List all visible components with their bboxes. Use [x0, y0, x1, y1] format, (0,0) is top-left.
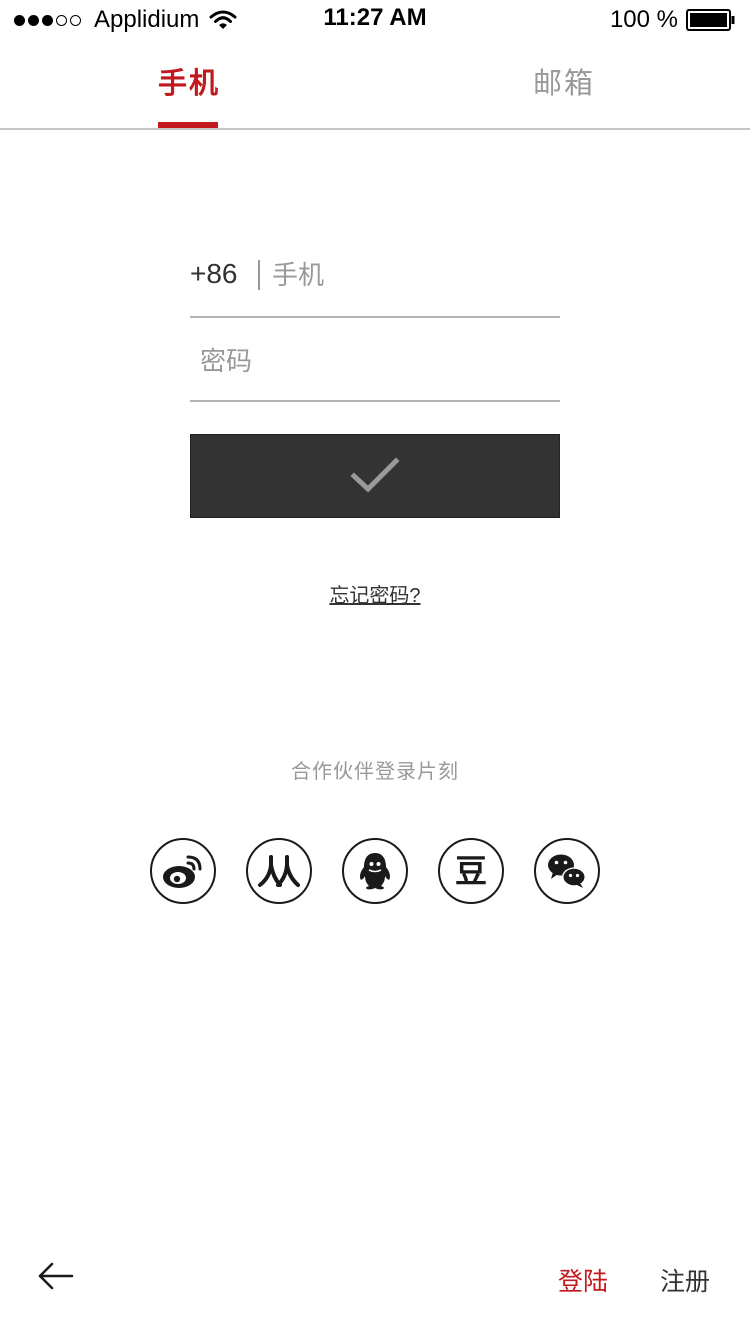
douban-login-button[interactable]: 豆 — [438, 838, 504, 904]
tab-email[interactable]: 邮箱 — [533, 60, 595, 102]
qq-icon — [360, 853, 390, 890]
submit-button[interactable] — [190, 434, 560, 518]
wechat-login-button[interactable] — [534, 838, 600, 904]
renren-icon — [258, 855, 300, 887]
svg-text:豆: 豆 — [455, 852, 487, 890]
field-divider — [258, 260, 260, 290]
renren-login-button[interactable] — [246, 838, 312, 904]
phone-input[interactable] — [272, 258, 552, 292]
battery-percentage: 100 % — [609, 6, 678, 33]
status-bar: Applidium 11:27 AM 100 % — [0, 0, 750, 40]
login-link[interactable]: 登陆 — [558, 1262, 608, 1298]
status-right: 100 % — [610, 6, 736, 34]
login-method-tabs: 手机 邮箱 — [0, 40, 750, 130]
check-icon — [350, 457, 400, 493]
weibo-icon — [163, 855, 202, 888]
weibo-login-button[interactable] — [150, 838, 216, 904]
register-link[interactable]: 注册 — [660, 1262, 710, 1298]
forgot-password-row: 忘记密码? — [0, 579, 750, 608]
back-button[interactable] — [36, 1256, 76, 1296]
social-login-row: 豆 — [0, 838, 750, 908]
country-code[interactable]: +86 — [190, 258, 238, 290]
partner-login-label: 合作伙伴登录片刻 — [291, 761, 459, 783]
password-input[interactable] — [200, 344, 550, 378]
login-screen: Applidium 11:27 AM 100 % 手机 邮箱 +86 手机 忘记… — [0, 0, 750, 1334]
forgot-password-link[interactable]: 忘记密码? — [329, 585, 420, 607]
wechat-icon — [548, 854, 586, 888]
back-arrow-icon — [38, 1262, 74, 1290]
douban-icon: 豆 — [455, 852, 487, 890]
phone-field: +86 — [190, 240, 560, 318]
password-field — [190, 322, 560, 402]
battery-icon — [686, 9, 736, 31]
active-tab-indicator — [158, 122, 218, 128]
tab-phone[interactable]: 手机 — [158, 60, 220, 102]
qq-login-button[interactable] — [342, 838, 408, 904]
